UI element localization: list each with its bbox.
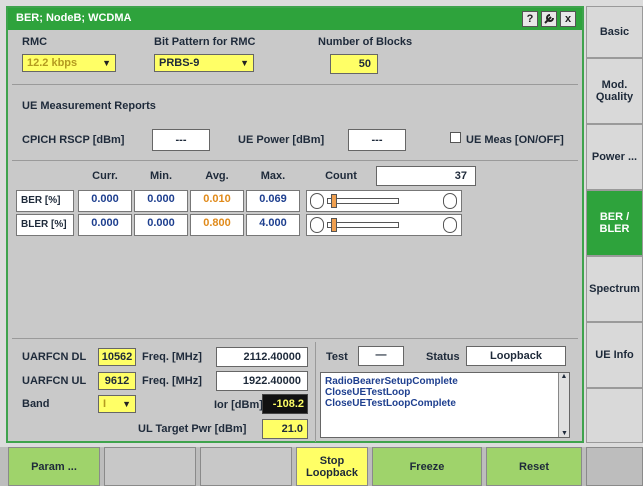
ber-curr: 0.000 — [78, 190, 132, 212]
divider — [315, 342, 316, 442]
log-entry: CloseUETestLoopComplete — [325, 398, 456, 409]
ior-field[interactable]: -108.2 — [262, 394, 308, 414]
softkey-empty[interactable] — [200, 447, 292, 486]
sidebar-item-empty — [586, 388, 643, 443]
slider-marker[interactable] — [331, 218, 337, 232]
window-title: BER; NodeB; WCDMA — [16, 12, 132, 24]
rmc-dropdown[interactable]: 12.2 kbps ▼ — [22, 54, 116, 72]
uarfcn-dl-label: UARFCN DL — [22, 351, 87, 363]
band-label: Band — [22, 398, 50, 410]
freq-dl-label: Freq. [MHz] — [142, 351, 202, 363]
ber-window: BER; NodeB; WCDMA ? x RMC 12.2 kbps ▼ Bi… — [6, 6, 584, 443]
reset-button[interactable]: Reset — [486, 447, 582, 486]
log-scrollbar[interactable]: ▲ ▼ — [558, 373, 569, 437]
ue-meas-label: UE Meas [ON/OFF] — [466, 134, 564, 146]
stop-loopback-button[interactable]: Stop Loopback — [296, 447, 368, 486]
divider — [12, 160, 578, 161]
scroll-up-icon[interactable]: ▲ — [559, 373, 569, 380]
ul-target-field[interactable]: 21.0 — [262, 419, 308, 439]
message-log[interactable]: RadioBearerSetupComplete CloseUETestLoop… — [320, 372, 570, 438]
header-avg: Avg. — [190, 170, 244, 182]
uarfcn-dl-field[interactable]: 10562 — [98, 348, 136, 366]
sidebar-item-ber-bler[interactable]: BER / BLER — [586, 190, 643, 256]
chevron-down-icon: ▼ — [122, 399, 131, 409]
status-field: Loopback — [466, 346, 566, 366]
sidebar-item-ue-info[interactable]: UE Info — [586, 322, 643, 388]
slider-marker[interactable] — [331, 194, 337, 208]
bler-max: 4.000 — [246, 214, 300, 236]
softkey-empty[interactable] — [104, 447, 196, 486]
bit-pattern-value: PRBS-9 — [159, 57, 200, 69]
ber-min: 0.000 — [134, 190, 188, 212]
bler-row-label: BLER [%] — [16, 214, 74, 236]
sidebar: Basic Mod. Quality Power ... BER / BLER … — [586, 6, 643, 443]
slider-left-handle[interactable] — [310, 217, 324, 233]
ue-power-label: UE Power [dBm] — [238, 134, 325, 146]
bler-avg: 0.800 — [190, 214, 244, 236]
slider-track — [327, 222, 399, 228]
scroll-down-icon[interactable]: ▼ — [559, 430, 570, 437]
freq-ul-field: 1922.40000 — [216, 371, 308, 391]
bit-pattern-label: Bit Pattern for RMC — [154, 36, 256, 48]
header-count: Count — [308, 170, 374, 182]
chevron-down-icon: ▼ — [240, 58, 249, 68]
freq-ul-label: Freq. [MHz] — [142, 375, 202, 387]
divider — [12, 84, 578, 85]
softkey-bar: Param ... Stop Loopback Freeze Reset — [0, 447, 643, 486]
slider-right-handle[interactable] — [443, 193, 457, 209]
ber-range-slider[interactable] — [306, 190, 462, 212]
sidebar-item-mod-quality[interactable]: Mod. Quality — [586, 58, 643, 124]
freeze-button[interactable]: Freeze — [372, 447, 482, 486]
uarfcn-ul-label: UARFCN UL — [22, 375, 87, 387]
test-field: — — [358, 346, 404, 366]
ue-reports-heading: UE Measurement Reports — [22, 100, 156, 112]
rmc-value: 12.2 kbps — [27, 57, 78, 69]
ul-target-label: UL Target Pwr [dBm] — [138, 423, 247, 435]
divider — [12, 338, 578, 339]
test-label: Test — [326, 351, 348, 363]
slider-right-handle[interactable] — [443, 217, 457, 233]
ue-meas-checkbox[interactable] — [450, 132, 461, 143]
bler-range-slider[interactable] — [306, 214, 462, 236]
uarfcn-ul-field[interactable]: 9612 — [98, 372, 136, 390]
ior-label: Ior [dBm] — [214, 399, 263, 411]
sidebar-item-basic[interactable]: Basic — [586, 6, 643, 58]
param-button[interactable]: Param ... — [8, 447, 100, 486]
slider-left-handle[interactable] — [310, 193, 324, 209]
header-min: Min. — [134, 170, 188, 182]
close-icon[interactable]: x — [560, 11, 576, 27]
blocks-field[interactable]: 50 — [330, 54, 378, 74]
bler-curr: 0.000 — [78, 214, 132, 236]
chevron-down-icon: ▼ — [102, 58, 111, 68]
cpich-label: CPICH RSCP [dBm] — [22, 134, 125, 146]
band-value: I — [103, 398, 107, 410]
window-titlebar: BER; NodeB; WCDMA — [8, 8, 582, 30]
cpich-field: --- — [152, 129, 210, 151]
rmc-label: RMC — [22, 36, 48, 48]
status-label: Status — [426, 351, 460, 363]
wrench-icon[interactable] — [541, 11, 557, 27]
sidebar-item-spectrum[interactable]: Spectrum — [586, 256, 643, 322]
bler-min: 0.000 — [134, 214, 188, 236]
blocks-label: Number of Blocks — [318, 36, 413, 48]
softkey-empty — [586, 447, 643, 486]
ue-power-field: --- — [348, 129, 406, 151]
header-curr: Curr. — [78, 170, 132, 182]
log-entry: CloseUETestLoop — [325, 387, 411, 398]
slider-track — [327, 198, 399, 204]
header-max: Max. — [246, 170, 300, 182]
help-icon[interactable]: ? — [522, 11, 538, 27]
count-value: 37 — [376, 166, 476, 186]
bit-pattern-dropdown[interactable]: PRBS-9 ▼ — [154, 54, 254, 72]
band-dropdown[interactable]: I ▼ — [98, 395, 136, 413]
ber-row-label: BER [%] — [16, 190, 74, 212]
sidebar-item-power[interactable]: Power ... — [586, 124, 643, 190]
ber-max: 0.069 — [246, 190, 300, 212]
log-entry: RadioBearerSetupComplete — [325, 376, 458, 387]
ber-avg: 0.010 — [190, 190, 244, 212]
freq-dl-field: 2112.40000 — [216, 347, 308, 367]
